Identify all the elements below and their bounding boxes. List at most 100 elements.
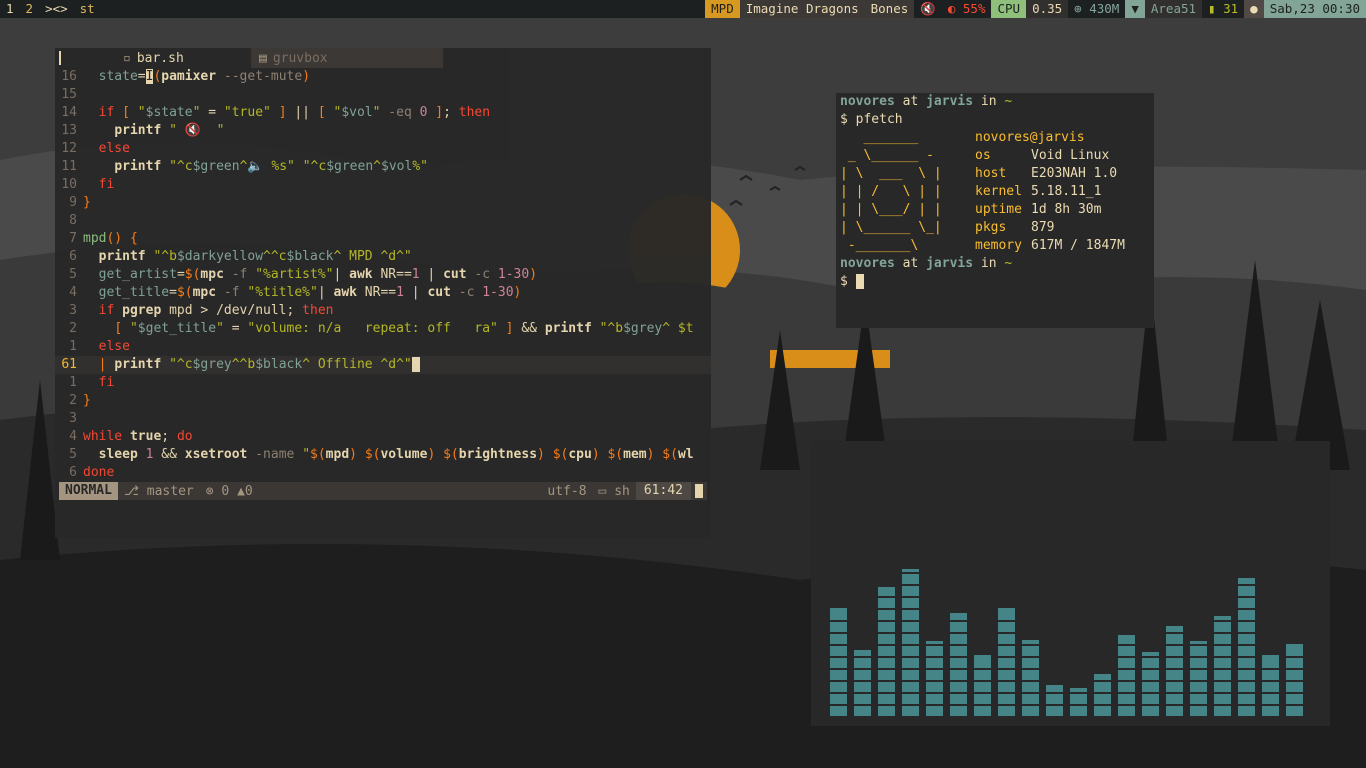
battery-icon: ▮ xyxy=(1208,1,1224,16)
filetype-value: sh xyxy=(614,483,630,499)
bar-segment xyxy=(1166,658,1183,668)
visualizer-bar xyxy=(1214,616,1231,716)
bar-modules: MPD Imagine Dragons Bones 🔇 ◐ 55% CPU 0.… xyxy=(705,0,1366,18)
code-line[interactable]: 15 xyxy=(55,86,711,104)
line-text: get_artist=$(mpc -f "%artist%"| awk NR==… xyxy=(98,267,538,282)
neovim-window[interactable]: ▫ bar.sh ▤ gruvbox 16 state=I(pamixer --… xyxy=(55,48,711,538)
bar-segment xyxy=(1022,646,1039,656)
input-line[interactable]: $ xyxy=(836,273,1154,291)
code-line[interactable]: 6 printf "^b$darkyellow^^c$black^ MPD ^d… xyxy=(55,248,711,266)
code-line[interactable]: 14 if [ "$state" = "true" ] || [ "$vol" … xyxy=(55,104,711,122)
memory-indicator: ⊕ 430M xyxy=(1068,0,1125,18)
info-key: memory xyxy=(975,238,1022,253)
warning-count: 0 xyxy=(244,483,253,499)
bar-segment xyxy=(878,622,895,632)
bar-segment xyxy=(998,634,1015,644)
bar-segment xyxy=(1094,706,1111,716)
code-line[interactable]: 9} xyxy=(55,194,711,212)
bar-segment xyxy=(1238,634,1255,644)
tab-label: bar.sh xyxy=(136,50,184,66)
bar-segment xyxy=(1190,706,1207,716)
code-line[interactable]: 2} xyxy=(55,392,711,410)
code-line[interactable]: 4 while true; do xyxy=(55,428,711,446)
bar-segment xyxy=(974,706,991,716)
code-line[interactable]: 5 get_artist=$(mpc -f "%artist%"| awk NR… xyxy=(55,266,711,284)
bar-segment xyxy=(1238,670,1255,680)
bar-segment xyxy=(998,610,1015,620)
statusline-end-block xyxy=(695,484,703,498)
code-line[interactable]: 4 get_title=$(mpc -f "%title%"| awk NR==… xyxy=(55,284,711,302)
tag-2[interactable]: 2 xyxy=(20,0,40,18)
line-text: | printf "^c$grey^^b$black^ Offline ^d^" xyxy=(83,356,420,374)
code-line[interactable]: 1 fi xyxy=(55,374,711,392)
code-line[interactable]: 16 state=I(pamixer --get-mute) xyxy=(55,68,711,86)
warning-icon: ▲ xyxy=(237,483,245,499)
code-line[interactable]: 13 printf " 🔇 " xyxy=(55,122,711,140)
bar-segment xyxy=(1238,706,1255,716)
code-line[interactable]: 2 [ "$get_title" = "volume: n/a repeat: … xyxy=(55,320,711,338)
bar-segment xyxy=(950,658,967,668)
bar-segment xyxy=(1022,682,1039,692)
bar-segment xyxy=(902,574,919,584)
prompt-at: at xyxy=(902,94,919,109)
code-line[interactable]: 11 printf "^c$green^🔈 %s" "^c$green^$vol… xyxy=(55,158,711,176)
visualizer-bar xyxy=(950,613,967,716)
bar-segment xyxy=(1238,682,1255,692)
visualizer-bar xyxy=(1190,641,1207,716)
visualizer-bar xyxy=(1022,640,1039,716)
bar-segment xyxy=(1238,658,1255,668)
tab-bar-sh[interactable]: ▫ bar.sh xyxy=(115,48,251,68)
bar-segment xyxy=(902,706,919,716)
line-number: 14 xyxy=(61,105,77,120)
code-line[interactable]: 1 else xyxy=(55,338,711,356)
info-key: host xyxy=(975,166,1007,181)
bar-segment xyxy=(1142,694,1159,704)
bar-segment xyxy=(1214,616,1231,620)
error-count: 0 xyxy=(221,483,230,499)
code-buffer[interactable]: 16 state=I(pamixer --get-mute) 15 14 if [ … xyxy=(55,68,711,482)
bar-segment xyxy=(854,658,871,668)
statusline-right: utf-8 ▭ sh 61:42 xyxy=(541,482,707,500)
bar-segment xyxy=(1286,706,1303,716)
code-line[interactable]: 10 fi xyxy=(55,176,711,194)
line-text: fi xyxy=(98,177,115,192)
code-line[interactable]: 3 if pgrep mpd > /dev/null; then xyxy=(55,302,711,320)
bar-segment xyxy=(1214,706,1231,716)
layout-indicator[interactable]: ><> xyxy=(39,0,74,18)
mpd-label: MPD xyxy=(705,0,740,18)
tab-gruvbox[interactable]: ▤ gruvbox xyxy=(251,48,443,68)
window-title: st xyxy=(79,1,95,16)
code-line[interactable]: 6 done xyxy=(55,464,711,482)
memory-icon: ⊕ xyxy=(1074,1,1090,16)
bar-segment xyxy=(1166,626,1183,632)
bar-segment xyxy=(1070,688,1087,692)
code-line[interactable]: 61 | printf "^c$grey^^b$black^ Offline ^… xyxy=(55,356,711,374)
logo-line: | \______ \_| xyxy=(840,220,942,235)
code-line[interactable]: 5 sleep 1 && xsetroot -name "$(mpd) $(vo… xyxy=(55,446,711,464)
tag-1[interactable]: 1 xyxy=(0,0,20,18)
terminal-window[interactable]: novores at jarvis in ~ $ pfetch _______ … xyxy=(836,93,1154,328)
bar-segment xyxy=(1262,655,1279,658)
file-icon: ▫ xyxy=(123,50,131,66)
code-line[interactable]: 8 xyxy=(55,212,711,230)
code-line[interactable]: 12 else xyxy=(55,140,711,158)
bar-segment xyxy=(1214,634,1231,644)
prompt-user: novores xyxy=(840,256,895,271)
bar-segment xyxy=(998,670,1015,680)
info-row-memory: memory 617M / 1847M xyxy=(975,237,1125,255)
bar-segment xyxy=(830,706,847,716)
visualizer-bar xyxy=(830,608,847,716)
line-text: while true; do xyxy=(83,429,193,444)
info-key: kernel xyxy=(975,184,1022,199)
prompt-dir: ~ xyxy=(1004,256,1013,271)
bar-segment xyxy=(1286,670,1303,680)
line-text: state=I(pamixer --get-mute) xyxy=(98,69,311,84)
info-value: 879 xyxy=(1031,220,1055,235)
code-line[interactable]: 7 mpd() { xyxy=(55,230,711,248)
code-line[interactable]: 3 xyxy=(55,410,711,428)
bar-segment xyxy=(1262,706,1279,716)
bar-segment xyxy=(1190,646,1207,656)
info-value: 1d 8h 30m xyxy=(1031,202,1102,217)
bar-segment xyxy=(950,622,967,632)
line-number: 5 xyxy=(69,447,77,462)
